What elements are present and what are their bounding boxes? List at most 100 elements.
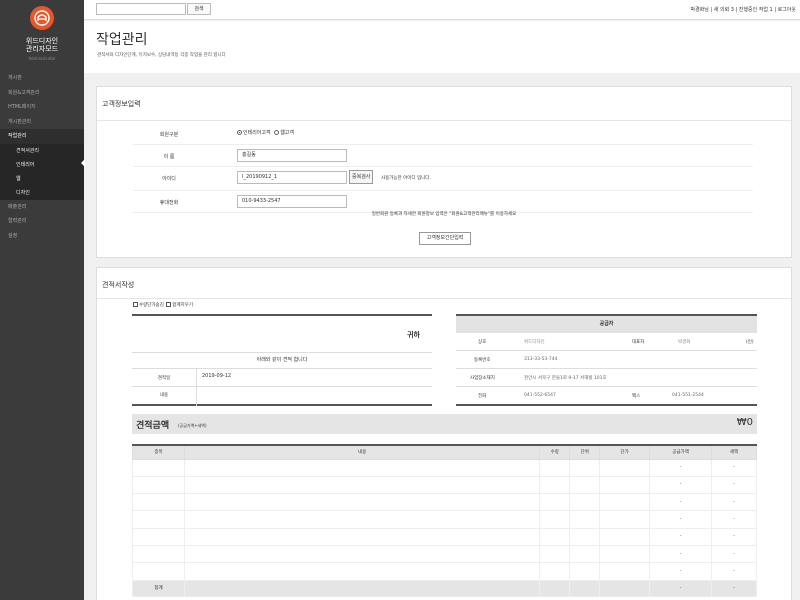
page-title: 작업관리 [96, 32, 148, 48]
id-label: 아이디 [162, 176, 176, 182]
radio-web[interactable] [274, 130, 280, 135]
table-total-row: 합계 - - [132, 579, 757, 597]
divider [97, 298, 791, 299]
clear-total-checkbox[interactable] [166, 302, 172, 307]
supplier-addr-value: 천안시 서북구 한들1로 9-17 서해빌 101호 [524, 376, 607, 381]
radio-interior[interactable] [237, 130, 242, 135]
customer-panel: 고객정보입력 회원구분 인테리어고객 웹고객 이 름 홍길동 아이디 I_201… [96, 86, 792, 258]
tax-cell: - [711, 493, 757, 512]
table-row: -- [132, 562, 757, 581]
supplier-name-label: 상호 [478, 340, 487, 345]
sidebar-item-html[interactable]: HTML페이지 [0, 100, 84, 115]
table-row: -- [132, 510, 757, 529]
sidebar-menu: 게시판 회원&고객관리 HTML페이지 게시판관리 작업관리 견적서관리 인테리… [0, 71, 84, 243]
supply-cell: - [649, 544, 713, 564]
customer-notice: 일반회원 등록과 자세한 회원정보 입력은 "회원&고객관리메뉴"를 이용하세요 [371, 212, 517, 217]
estimate-greeting: 아래와 같이 견적 합니다 [256, 357, 308, 363]
supplier-box: 공급자 상호 위드디자인 대표자 박경화 (인) 등록번호 313-33-53-… [456, 314, 757, 406]
recipient-box: 귀하 아래와 같이 견적 합니다 견적일 2019-09-12 내용 [132, 314, 432, 406]
tax-cell: - [711, 475, 757, 495]
table-row: -- [132, 475, 757, 495]
supplier-tel-value: 041-552-6547 [524, 393, 556, 398]
supplier-seal: (인) [746, 340, 754, 345]
sidebar-subitem-web[interactable]: 웹 [0, 172, 84, 186]
brand-logo-icon[interactable] [30, 6, 54, 30]
member-type-options: 인테리어고객 웹고객 [237, 129, 294, 136]
recipient-suffix: 귀하 [407, 331, 420, 339]
logo-area: 위드디자인 관리자모드 Administrator [0, 0, 84, 68]
supplier-row-reg: 등록번호 313-33-53-744 [456, 351, 757, 369]
page-description: 견적서와 디자인단계, 유지보수, 상담내역등 각종 작업을 관리 합니다 [97, 53, 226, 58]
hide-qty-price-label: 수량단가숨김 [139, 303, 164, 308]
sidebar-item-partners[interactable]: 협력관리 [0, 214, 84, 229]
col-header-price: 단가 [599, 444, 651, 460]
col-header-unit: 단위 [569, 444, 601, 460]
table-header-row: 종목 내용 수량 단위 단가 공급가액 세액 [132, 444, 757, 460]
supplier-row-name: 상호 위드디자인 대표자 박경화 (인) [456, 333, 757, 351]
brand-mode: 관리자모드 [25, 45, 59, 53]
id-row: 아이디 I_20190912_1 중복검사 사용가능한 아이디 입니다. [133, 167, 753, 191]
sidebar-item-members[interactable]: 회원&고객관리 [0, 86, 84, 101]
brand-name: 위드디자인 [25, 37, 59, 45]
supplier-rep-value: 박경화 [678, 340, 691, 345]
supply-cell: - [649, 527, 713, 546]
duplicate-check-message: 사용가능한 아이디 입니다. [381, 176, 431, 181]
estimate-amount-title: 견적금액 [136, 421, 170, 431]
sidebar-item-board[interactable]: 게시판 [0, 71, 84, 86]
col-header-supply: 공급가액 [649, 444, 713, 460]
sidebar-item-work[interactable]: 작업관리 [0, 129, 84, 144]
table-row: -- [132, 527, 757, 546]
radio-interior-label: 인테리어고객 [243, 130, 271, 136]
total-supply: - [649, 579, 713, 597]
table-row: -- [132, 544, 757, 564]
tax-cell: - [711, 510, 757, 529]
supplier-rep-label: 대표자 [632, 340, 645, 345]
name-input[interactable]: 홍길동 [237, 149, 347, 162]
name-label: 이 름 [163, 154, 175, 160]
search-button[interactable]: 검색 [187, 3, 211, 15]
col-header-qty: 수량 [539, 444, 571, 460]
divider [196, 368, 197, 406]
col-header-item: 종목 [132, 444, 185, 460]
supplier-row-tel: 전화 041-552-6547 팩스 041-551-2544 [456, 387, 757, 405]
tax-cell: - [711, 527, 757, 546]
estimate-amount-value: ₩0 [736, 417, 753, 428]
supply-cell: - [649, 493, 713, 512]
sidebar-submenu: 견적서관리 인테리어 웹 디자인 [0, 143, 84, 200]
supplier-addr-label: 사업장소재지 [470, 376, 495, 381]
hide-qty-price-checkbox[interactable] [133, 302, 138, 307]
radio-web-label: 웹고객 [280, 130, 295, 136]
estimate-date-value[interactable]: 2019-09-12 [202, 373, 231, 379]
supplier-reg-label: 등록번호 [474, 358, 491, 363]
supplier-name-value: 위드디자인 [524, 340, 545, 345]
total-label: 합계 [132, 579, 185, 597]
divider [97, 120, 791, 121]
member-type-label: 회원구분 [159, 132, 179, 138]
sidebar: 위드디자인 관리자모드 Administrator 게시판 회원&고객관리 HT… [0, 0, 84, 600]
sidebar-item-sales[interactable]: 매출관리 [0, 200, 84, 215]
sidebar-item-board-admin[interactable]: 게시판관리 [0, 115, 84, 130]
member-type-row: 회원구분 인테리어고객 웹고객 [133, 123, 753, 145]
supplier-fax-label: 팩스 [632, 394, 641, 399]
supplier-tel-label: 전화 [478, 394, 487, 399]
supplier-head: 공급자 [456, 316, 757, 333]
tax-cell: - [711, 562, 757, 581]
search-input[interactable] [96, 3, 186, 15]
supplier-row-addr: 사업장소재지 천안시 서북구 한들1로 9-17 서해빌 101호 [456, 369, 757, 387]
id-input[interactable]: I_20190912_1 [237, 171, 347, 184]
duplicate-check-button[interactable]: 중복검사 [349, 170, 374, 184]
user-links[interactable]: 박경화님 | 새 의뢰 3 | 진행중인 작업 1 | 로그아웃 [690, 6, 796, 13]
sidebar-subitem-design[interactable]: 디자인 [0, 186, 84, 200]
customer-submit-button[interactable]: 고객정보간단입력 [419, 232, 471, 245]
estimate-items-table: 종목 내용 수량 단위 단가 공급가액 세액 -- -- -- -- -- --… [132, 444, 757, 597]
divider [132, 386, 432, 387]
estimate-amount-bar: 견적금액 (공급가액+세액) ₩0 [132, 414, 757, 434]
sidebar-subitem-interior[interactable]: 인테리어 [0, 158, 84, 172]
phone-input[interactable]: 010-9433-2547 [237, 195, 347, 208]
table-row: -- [132, 458, 757, 477]
top-bar: 검색 박경화님 | 새 의뢰 3 | 진행중인 작업 1 | 로그아웃 [84, 0, 800, 20]
estimate-panel: 견적서작성 수량단가숨김 합계지우기 귀하 아래와 같이 견적 합니다 견적일 … [96, 267, 792, 600]
sidebar-subitem-estimate[interactable]: 견적서관리 [0, 144, 84, 158]
sidebar-item-settings[interactable]: 설정 [0, 229, 84, 244]
supplier-fax-value: 041-551-2544 [672, 393, 704, 398]
